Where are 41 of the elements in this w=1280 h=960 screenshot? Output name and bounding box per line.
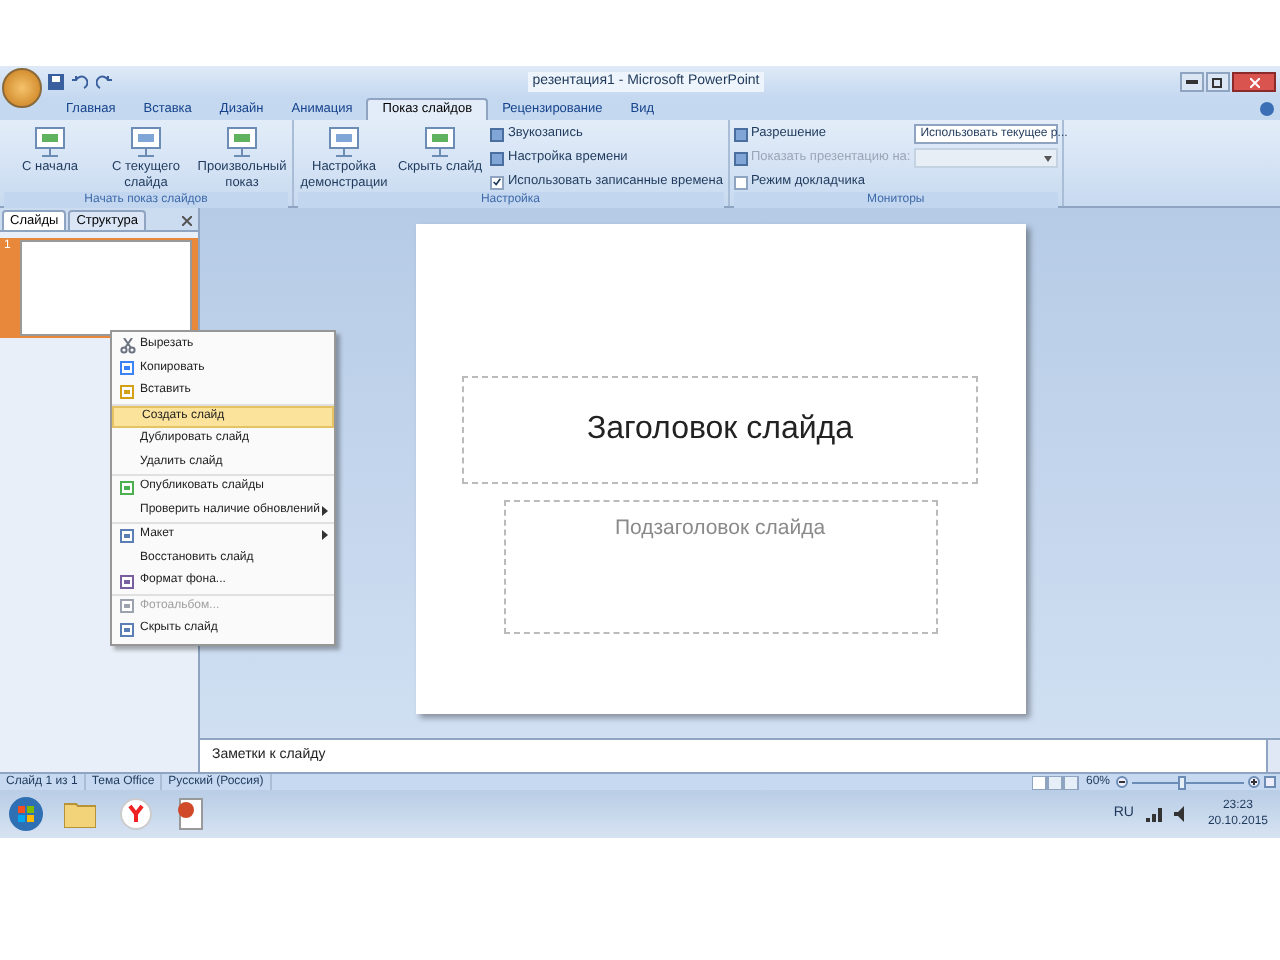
projector-screen-icon (326, 124, 362, 160)
clipboard-icon (120, 383, 136, 400)
slide-icon (120, 573, 136, 590)
zoom-slider[interactable] (1132, 775, 1244, 789)
zoom-out-icon[interactable] (1116, 776, 1128, 788)
slide-icon (120, 621, 136, 638)
projector-screen-icon (422, 124, 458, 160)
redo-icon[interactable] (96, 74, 112, 90)
office-button[interactable] (2, 68, 42, 108)
view-buttons-icon[interactable] (1031, 775, 1080, 789)
maximize-button[interactable] (1206, 72, 1230, 92)
projector-screen-icon (128, 124, 164, 160)
zoom-in-icon[interactable] (1248, 776, 1260, 788)
presentation-app-icon[interactable] (176, 798, 204, 830)
projector-screen-icon (32, 124, 68, 160)
undo-icon[interactable] (72, 74, 88, 90)
scissors-icon (120, 337, 136, 354)
close-button[interactable] (1232, 72, 1276, 92)
browser-icon[interactable] (120, 798, 152, 830)
submenu-arrow-icon (322, 505, 328, 516)
volume-icon[interactable] (1173, 806, 1190, 822)
slide-icon (120, 598, 136, 615)
submenu-arrow-icon (322, 530, 328, 541)
network-icon[interactable] (1145, 806, 1162, 822)
close-icon[interactable] (182, 216, 192, 226)
slide-icon (120, 527, 136, 544)
start-button-icon[interactable] (8, 796, 44, 832)
close-icon (1249, 77, 1259, 87)
minimize-button[interactable] (1180, 72, 1204, 92)
fit-window-icon[interactable] (1264, 776, 1276, 788)
copy-icon (120, 360, 136, 377)
minimize-icon (1186, 80, 1198, 84)
projector-screen-icon (224, 124, 260, 160)
scrollbar[interactable] (1266, 740, 1280, 772)
help-icon[interactable] (1260, 102, 1274, 116)
checkmark-icon (492, 176, 502, 188)
restore-icon (1212, 76, 1224, 88)
title-placeholder[interactable]: Заголовок слайда (462, 376, 978, 484)
slide-icon (120, 479, 136, 496)
caret-icon (1044, 155, 1053, 161)
save-icon[interactable] (48, 74, 64, 90)
